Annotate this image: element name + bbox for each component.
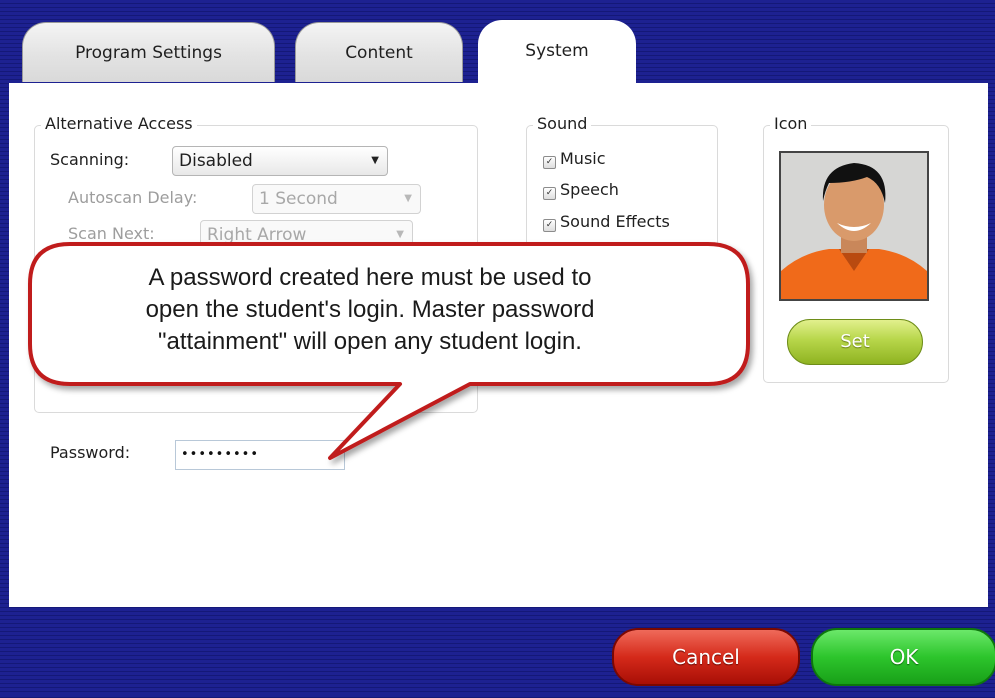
- set-label: Set: [840, 331, 870, 352]
- tab-label: Program Settings: [75, 43, 222, 63]
- speech-label: Speech: [560, 180, 619, 199]
- autoscan-delay-label: Autoscan Delay:: [68, 188, 198, 207]
- set-icon-button[interactable]: Set: [787, 319, 923, 365]
- scanning-select[interactable]: Disabled ▼: [172, 146, 388, 176]
- cancel-button[interactable]: Cancel: [612, 628, 800, 686]
- speech-checkbox[interactable]: ✓ Speech: [543, 180, 619, 200]
- tab-program-settings[interactable]: Program Settings: [22, 22, 275, 82]
- password-label: Password:: [50, 443, 131, 462]
- autoscan-delay-value: 1 Second: [259, 189, 338, 209]
- scan-next-value: Right Arrow: [207, 225, 307, 245]
- checkbox-checked-icon: ✓: [543, 219, 556, 232]
- checkbox-checked-icon: ✓: [543, 156, 556, 169]
- scanning-value: Disabled: [179, 151, 253, 171]
- chevron-down-icon: ▼: [396, 229, 404, 240]
- scan-next-label: Scan Next:: [68, 224, 155, 243]
- password-field[interactable]: •••••••••: [175, 440, 345, 470]
- tab-content[interactable]: Content: [295, 22, 463, 82]
- ok-label: OK: [889, 645, 919, 669]
- chevron-down-icon: ▼: [371, 155, 379, 166]
- sound-effects-label: Sound Effects: [560, 212, 670, 231]
- icon-legend: Icon: [770, 114, 812, 133]
- student-portrait-icon: [781, 153, 927, 299]
- student-photo: [779, 151, 929, 301]
- scan-next-select[interactable]: Right Arrow ▼: [200, 220, 413, 250]
- tab-label: System: [525, 41, 589, 61]
- settings-panel: Alternative Access Scanning: Disabled ▼ …: [9, 83, 988, 607]
- tab-system[interactable]: System: [478, 20, 636, 86]
- cancel-label: Cancel: [672, 645, 740, 669]
- sound-effects-checkbox[interactable]: ✓ Sound Effects: [543, 212, 670, 232]
- tab-label: Content: [345, 43, 413, 63]
- checkbox-checked-icon: ✓: [543, 187, 556, 200]
- chevron-down-icon: ▼: [404, 193, 412, 204]
- ok-button[interactable]: OK: [811, 628, 995, 686]
- password-value: •••••••••: [181, 447, 260, 462]
- music-checkbox[interactable]: ✓ Music: [543, 149, 606, 169]
- music-label: Music: [560, 149, 606, 168]
- system-settings-window: Program Settings Content System Alternat…: [0, 0, 995, 694]
- autoscan-delay-select[interactable]: 1 Second ▼: [252, 184, 421, 214]
- scanning-label: Scanning:: [50, 150, 130, 169]
- sound-legend: Sound: [533, 114, 592, 133]
- alternative-access-legend: Alternative Access: [41, 114, 197, 133]
